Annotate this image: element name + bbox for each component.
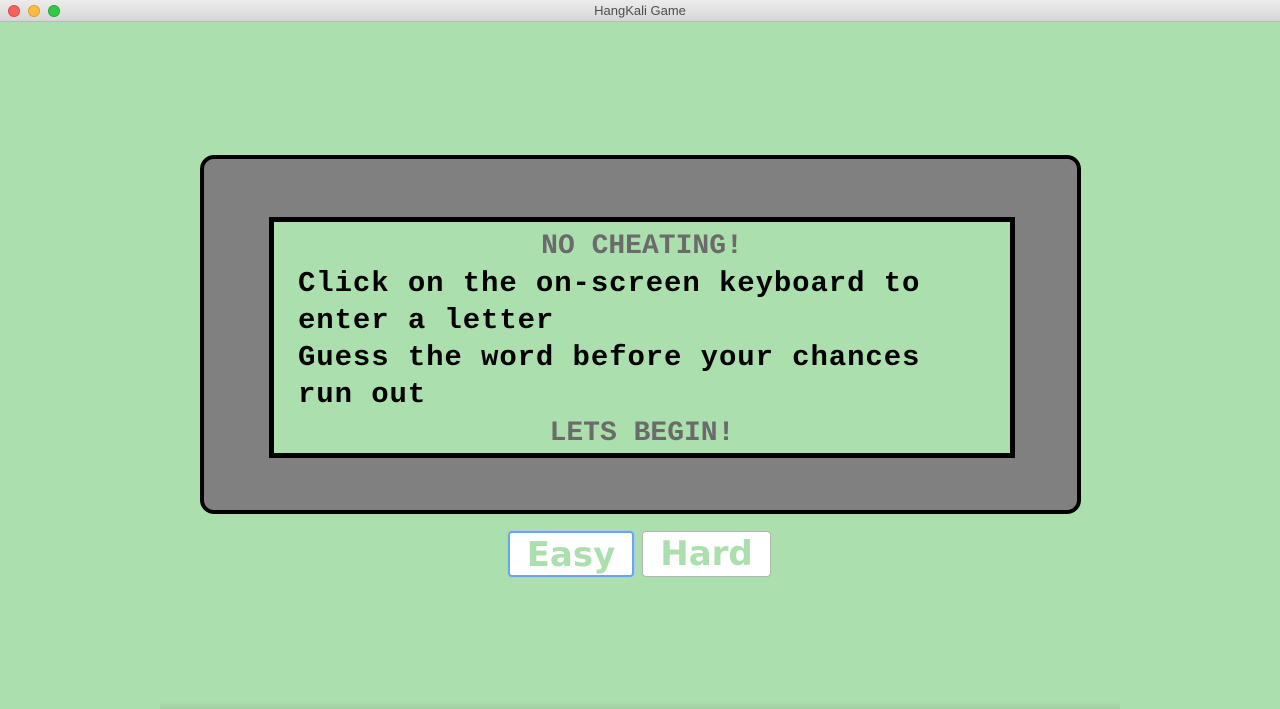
instruction-panel: NO CHEATING! Click on the on-screen keyb…: [269, 217, 1015, 458]
instructions-text: Click on the on-screen keyboard to enter…: [298, 265, 998, 413]
lets-begin-heading: LETS BEGIN!: [549, 418, 735, 449]
app-window: HangKali Game NO CHEATING! Click on the …: [0, 0, 1280, 709]
window-bottom-shadow: [160, 700, 1120, 709]
instruction-line: enter a letter: [298, 304, 555, 337]
instruction-line: run out: [298, 378, 427, 411]
hard-button[interactable]: Hard: [642, 531, 771, 577]
instruction-line: Guess the word before your chances: [298, 341, 921, 374]
no-cheating-heading: NO CHEATING!: [541, 231, 743, 262]
easy-button[interactable]: Easy: [508, 531, 634, 577]
instruction-line: Click on the on-screen keyboard to: [298, 267, 921, 300]
title-bar[interactable]: HangKali Game: [0, 0, 1280, 22]
window-title: HangKali Game: [594, 3, 686, 18]
